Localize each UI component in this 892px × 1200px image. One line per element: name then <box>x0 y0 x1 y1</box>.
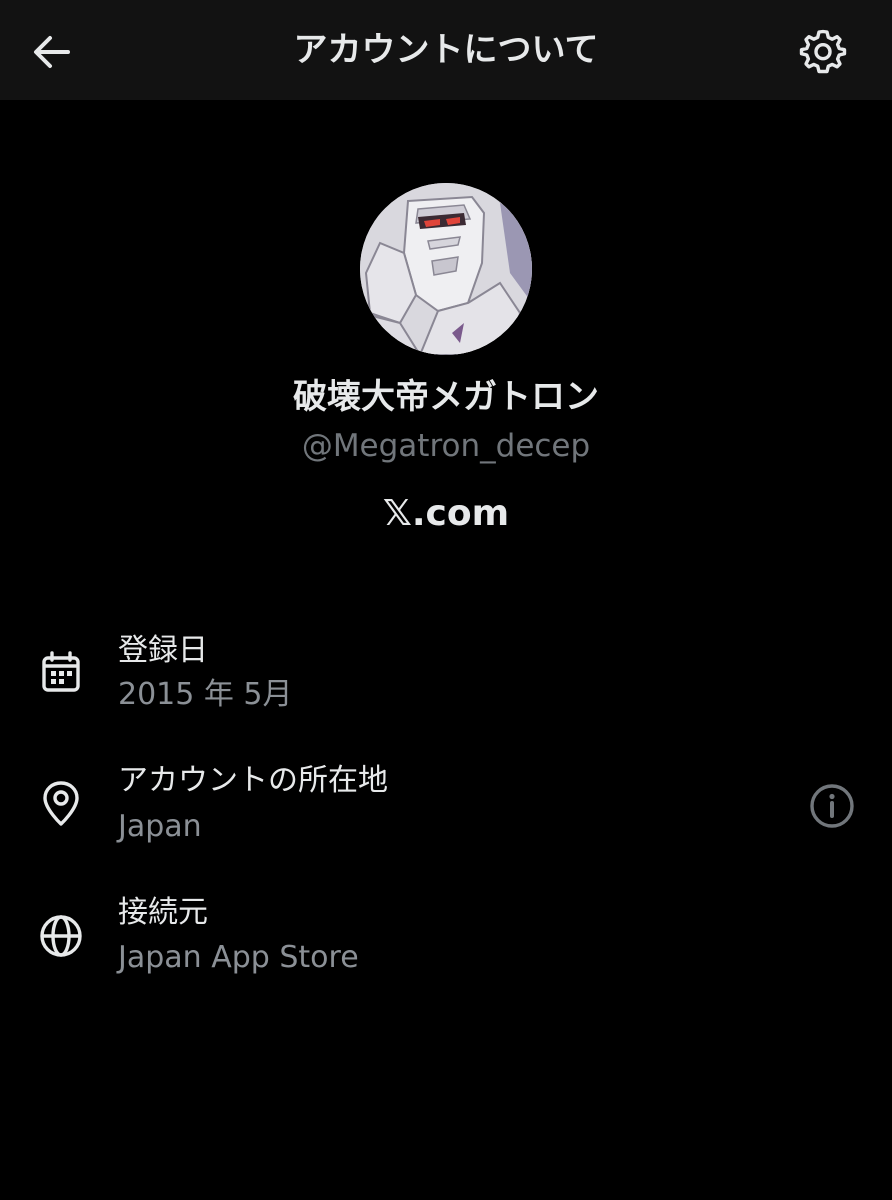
connected-via-value: Japan App Store <box>118 940 359 975</box>
info-button[interactable] <box>806 780 858 832</box>
calendar-icon <box>42 651 80 692</box>
username-handle: @Megatron_decep <box>301 428 591 464</box>
account-source: 𝕏.com <box>382 493 510 534</box>
page-title: アカウントについて <box>293 30 599 70</box>
avatar[interactable] <box>360 183 532 355</box>
connected-via-label: 接続元 <box>118 895 208 930</box>
avatar-image <box>360 183 532 355</box>
location-value: Japan <box>118 809 202 844</box>
location-icon-wrap <box>36 779 86 829</box>
globe-icon-wrap <box>36 911 86 961</box>
calendar-icon-wrap <box>36 647 86 697</box>
gear-icon <box>799 29 847 74</box>
joined-value: 2015 年 5月 <box>118 677 293 712</box>
top-bar: アカウントについて <box>0 0 892 100</box>
location-label: アカウントの所在地 <box>118 763 388 798</box>
globe-icon <box>40 915 82 957</box>
location-pin-icon <box>43 781 79 826</box>
info-icon <box>810 784 854 828</box>
settings-button[interactable] <box>798 26 848 76</box>
display-name: 破壊大帝メガトロン <box>293 377 599 417</box>
joined-label: 登録日 <box>118 633 208 668</box>
